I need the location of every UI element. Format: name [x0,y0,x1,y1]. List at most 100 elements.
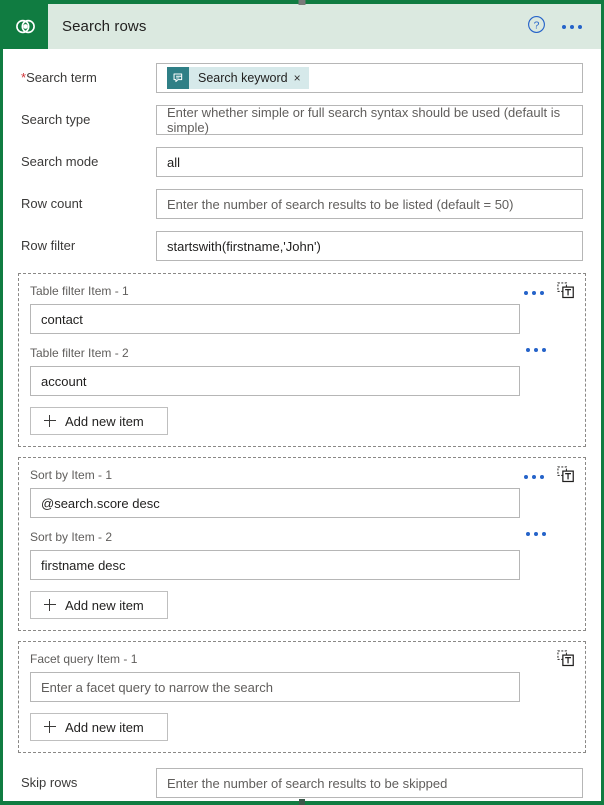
search-type-input[interactable]: Enter whether simple or full search synt… [156,105,583,135]
ellipsis-dot [542,348,546,352]
ellipsis-dot [562,24,566,29]
sort-by-item-1-more-button[interactable] [522,471,546,483]
label-row-count: Row count [21,196,83,211]
ellipsis-dot [540,475,544,479]
sort-by-item-2-more-button[interactable] [524,528,548,540]
ellipsis-dot [534,532,538,536]
token-label: Search keyword [198,71,288,85]
facet-query-add-new-item-button[interactable]: Add new item [30,713,168,741]
table-filter-item-1-actions [522,282,574,304]
label-search-term: *Search term [21,70,97,85]
table-filter-item-1-input[interactable]: contact [30,304,520,334]
sort-by-section: Sort by Item - 1 @search.score desc Sort… [18,457,586,631]
facet-query-item-1-head: Facet query Item - 1 [30,650,574,668]
facet-query-item-1-placeholder: Enter a facet query to narrow the search [41,679,273,695]
table-filter-item-2-actions [524,344,548,356]
table-filter-item-2-value: account [41,373,87,389]
row-filter-value: startswith(firstname,'John') [167,238,321,254]
label-skip-rows: Skip rows [21,775,78,790]
card-header: Search rows ? [3,4,601,49]
sort-by-item-1-input[interactable]: @search.score desc [30,488,520,518]
field-row-search-term: *Search term Search keyword × [3,61,601,95]
facet-query-item-1: Facet query Item - 1 Enter a facet query… [30,650,574,702]
ellipsis-dot [532,291,536,295]
field-row-row-filter: Row filter startswith(firstname,'John') [3,229,601,263]
token-remove-icon[interactable]: × [294,72,309,84]
row-count-placeholder: Enter the number of search results to be… [167,196,514,212]
search-mode-input[interactable]: all [156,147,583,177]
page-title: Search rows [62,18,147,35]
facet-query-item-1-actions [557,650,574,672]
ellipsis-dot [532,475,536,479]
ellipsis-dot [526,532,530,536]
sort-by-item-1-actions [522,466,574,488]
sort-by-item-1-value: @search.score desc [41,495,160,511]
ellipsis-dot [526,348,530,352]
skip-rows-placeholder: Enter the number of search results to be… [167,775,448,791]
facet-query-add-label: Add new item [65,719,144,735]
card-body: *Search term Search keyword × Search typ… [3,49,601,801]
row-count-input[interactable]: Enter the number of search results to be… [156,189,583,219]
bottom-rows: Skip rows Enter the number of search res… [3,766,601,801]
table-filter-item-2-label: Table filter Item - 2 [30,346,129,360]
search-mode-value: all [167,154,181,170]
sort-by-item-2-head: Sort by Item - 2 [30,528,574,546]
field-row-skip-rows: Skip rows Enter the number of search res… [3,766,601,800]
sort-by-delete-icon[interactable] [557,466,574,488]
table-filter-add-label: Add new item [65,413,144,429]
table-filter-add-new-item-button[interactable]: Add new item [30,407,168,435]
sort-by-item-1: Sort by Item - 1 @search.score desc [30,466,574,518]
skip-rows-input[interactable]: Enter the number of search results to be… [156,768,583,798]
field-row-search-mode: Search mode all [3,145,601,179]
facet-query-delete-icon[interactable] [557,650,574,672]
label-search-type: Search type [21,112,91,127]
table-filter-item-1-value: contact [41,311,83,327]
table-filter-item-2: Table filter Item - 2 account [30,344,574,396]
more-options-button[interactable] [560,21,584,33]
ellipsis-dot [534,348,538,352]
table-filter-delete-icon[interactable] [557,282,574,304]
plus-icon [44,721,56,733]
ellipsis-dot [540,291,544,295]
action-card: Search rows ? *Search term Search keywor… [0,0,604,805]
flow-connector-bottom [299,799,305,805]
sort-by-item-1-head: Sort by Item - 1 [30,466,574,484]
help-circle-icon[interactable]: ? [527,15,546,39]
table-filter-section: Table filter Item - 1 contact Table filt… [18,273,586,447]
plus-icon [44,415,56,427]
table-filter-item-1: Table filter Item - 1 contact [30,282,574,334]
row-filter-input[interactable]: startswith(firstname,'John') [156,231,583,261]
header-actions: ? [527,15,601,39]
sort-by-add-new-item-button[interactable]: Add new item [30,591,168,619]
dynamic-content-token-icon [167,67,189,89]
ellipsis-dot [578,24,582,29]
table-filter-item-2-input[interactable]: account [30,366,520,396]
dataverse-logo-icon [3,4,48,49]
facet-query-item-1-label: Facet query Item - 1 [30,652,138,666]
table-filter-item-1-label: Table filter Item - 1 [30,284,129,298]
sort-by-item-2-input[interactable]: firstname desc [30,550,520,580]
table-filter-item-2-head: Table filter Item - 2 [30,344,574,362]
ellipsis-dot [524,291,528,295]
dynamic-content-token[interactable]: Search keyword × [167,67,309,89]
sort-by-item-2-label: Sort by Item - 2 [30,530,113,544]
table-filter-item-1-head: Table filter Item - 1 [30,282,574,300]
sort-by-item-2-value: firstname desc [41,557,126,573]
plus-icon [44,599,56,611]
flow-connector-top [298,0,306,5]
label-search-mode: Search mode [21,154,99,169]
label-row-filter: Row filter [21,238,76,253]
sort-by-item-2: Sort by Item - 2 firstname desc [30,528,574,580]
facet-query-section: Facet query Item - 1 Enter a facet query… [18,641,586,753]
field-row-search-type: Search type Enter whether simple or full… [3,103,601,137]
sort-by-item-2-actions [524,528,548,540]
search-type-placeholder: Enter whether simple or full search synt… [167,105,561,135]
sort-by-item-1-label: Sort by Item - 1 [30,468,113,482]
field-row-row-count: Row count Enter the number of search res… [3,187,601,221]
search-term-input[interactable]: Search keyword × [156,63,583,93]
facet-query-item-1-input[interactable]: Enter a facet query to narrow the search [30,672,520,702]
ellipsis-dot [570,24,574,29]
table-filter-item-1-more-button[interactable] [522,287,546,299]
ellipsis-dot [524,475,528,479]
table-filter-item-2-more-button[interactable] [524,344,548,356]
